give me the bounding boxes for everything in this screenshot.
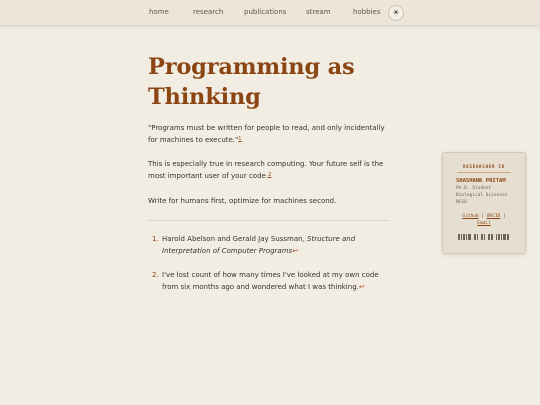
footnote-text: I've lost count of how many times I've l… xyxy=(162,270,392,293)
researcher-school: NCSU xyxy=(456,200,467,205)
top-navigation: home research publications stream hobbie… xyxy=(0,0,540,26)
barcode-graphic xyxy=(458,234,509,240)
email-link[interactable]: Email xyxy=(477,221,491,226)
nav-hobbies-link[interactable]: hobbies xyxy=(353,8,381,16)
footnote-1-backref[interactable]: ↩ xyxy=(292,247,298,255)
footnotes-divider xyxy=(148,220,390,221)
footnote-text: Harold Abelson and Gerald Jay Sussman, S… xyxy=(162,234,392,257)
nav-home-link[interactable]: home xyxy=(149,8,169,16)
nav-publications-link[interactable]: publications xyxy=(244,8,286,16)
sun-icon: ☀ xyxy=(392,8,400,17)
humans-first-paragraph: Write for humans first, optimize for mac… xyxy=(148,197,337,205)
nav-research-link[interactable]: research xyxy=(193,8,223,16)
nav-stream-link[interactable]: stream xyxy=(306,8,331,16)
quote-paragraph: "Programs must be written for people to … xyxy=(148,122,388,146)
footnote-authors: Harold Abelson and Gerald Jay Sussman, xyxy=(162,235,308,243)
quote-text: "Programs must be written for people to … xyxy=(148,124,385,144)
card-links: Github | ORCID | Email xyxy=(443,213,525,227)
card-heading: RESEARCHER ID xyxy=(457,164,511,173)
research-text: This is especially true in research comp… xyxy=(148,160,384,180)
page-title: Programming as Thinking xyxy=(148,54,355,110)
link-separator: | xyxy=(478,214,487,219)
research-paragraph: This is especially true in research comp… xyxy=(148,158,388,182)
researcher-id-card: RESEARCHER ID SHASHANK PRITAM Ph.D. Stud… xyxy=(442,152,526,254)
footnote-number: 2. xyxy=(152,271,159,279)
researcher-role: Ph.D. Student xyxy=(456,186,492,191)
researcher-department: Biological Sciences xyxy=(456,193,508,198)
link-separator: | xyxy=(500,214,506,219)
footnote-ref-1[interactable]: 1 xyxy=(238,136,241,142)
footnote-body: I've lost count of how many times I've l… xyxy=(162,271,379,291)
theme-toggle-button[interactable]: ☀ xyxy=(388,5,404,21)
orcid-link[interactable]: ORCID xyxy=(487,214,501,219)
footnote-number: 1. xyxy=(152,235,159,243)
footnote-2-backref[interactable]: ↩ xyxy=(359,283,365,291)
footnote-ref-2[interactable]: 2 xyxy=(268,172,271,178)
github-link[interactable]: Github xyxy=(462,214,478,219)
researcher-name: SHASHANK PRITAM xyxy=(456,178,506,184)
